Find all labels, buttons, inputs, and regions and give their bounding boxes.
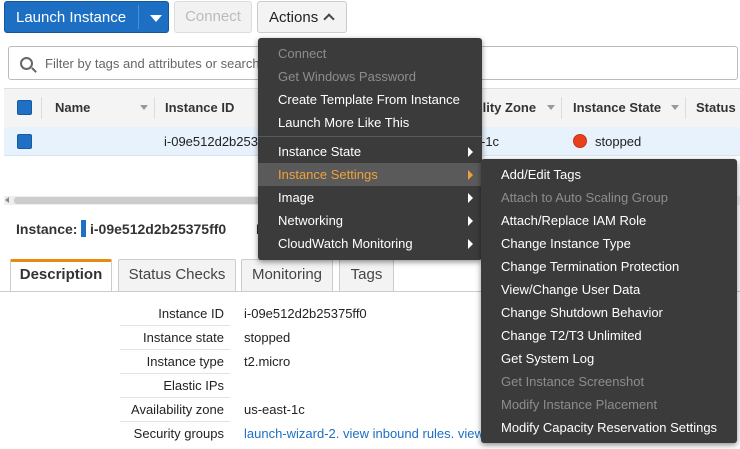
column-header-availability-zone[interactable]: ility Zone	[479, 100, 536, 115]
menu-item-create-template[interactable]: Create Template From Instance	[258, 88, 482, 111]
detail-divider	[120, 373, 230, 374]
menu-item-add-edit-tags[interactable]: Add/Edit Tags	[481, 163, 581, 186]
detail-value: us-east-1c	[244, 402, 305, 417]
cell-instance-state: stopped	[595, 134, 642, 149]
menu-item-change-shutdown-behavior[interactable]: Change Shutdown Behavior	[481, 301, 663, 324]
column-header-instance-state[interactable]: Instance State	[573, 100, 661, 115]
menu-item-get-windows-password: Get Windows Password	[278, 69, 416, 84]
tab-description[interactable]: Description	[10, 259, 112, 292]
menu-item-modify-capacity-reservation[interactable]: Modify Capacity Reservation Settings	[481, 416, 717, 439]
menu-item-view-change-user-data[interactable]: View/Change User Data	[481, 278, 640, 301]
menu-item-attach-auto-scaling: Attach to Auto Scaling Group	[501, 190, 668, 205]
actions-menu: Connect Get Windows Password Create Temp…	[258, 38, 482, 260]
detail-divider	[120, 325, 230, 326]
column-header-status[interactable]: Status	[696, 100, 736, 115]
column-divider	[41, 97, 42, 119]
launch-instance-label: Launch Instance	[16, 9, 127, 26]
chevron-right-icon	[468, 216, 473, 226]
menu-item-instance-state[interactable]: Instance State	[258, 140, 482, 163]
detail-divider	[120, 397, 230, 398]
menu-item-image[interactable]: Image	[258, 186, 482, 209]
column-header-instance-id[interactable]: Instance ID	[165, 100, 234, 115]
menu-item-instance-settings[interactable]: Instance Settings	[258, 163, 482, 186]
connect-button[interactable]: Connect	[174, 1, 252, 33]
detail-value: stopped	[244, 330, 291, 345]
chevron-right-icon	[468, 239, 473, 249]
sort-icon[interactable]	[671, 105, 679, 110]
actions-button[interactable]: Actions	[257, 1, 347, 33]
scroll-left-icon[interactable]	[5, 197, 9, 203]
instance-color-bar	[81, 220, 86, 237]
menu-item-change-t2-t3-unlimited[interactable]: Change T2/T3 Unlimited	[481, 324, 642, 347]
menu-item-launch-more[interactable]: Launch More Like This	[258, 111, 482, 134]
tab-monitoring[interactable]: Monitoring	[241, 259, 333, 291]
column-divider	[154, 97, 155, 119]
menu-item-modify-instance-placement: Modify Instance Placement	[501, 397, 658, 412]
menu-item-label: Instance Settings	[278, 167, 378, 182]
menu-item-change-termination-protection[interactable]: Change Termination Protection	[481, 255, 679, 278]
detail-value: i-09e512d2b25375ff0	[244, 306, 367, 321]
column-divider	[561, 97, 562, 119]
sort-icon[interactable]	[140, 105, 148, 110]
launch-instance-button[interactable]: Launch Instance	[4, 1, 169, 33]
detail-label: Availability zone	[131, 402, 224, 417]
menu-item-label: Instance State	[278, 144, 362, 159]
menu-item-label: Networking	[278, 213, 344, 228]
instance-id-title: i-09e512d2b25375ff0	[90, 221, 227, 237]
row-checkbox[interactable]	[17, 134, 32, 149]
tab-tags[interactable]: Tags	[339, 259, 394, 291]
instance-label: Instance:	[16, 221, 78, 237]
detail-label: Elastic IPs	[163, 378, 224, 393]
menu-item-attach-iam-role[interactable]: Attach/Replace IAM Role	[481, 209, 646, 232]
security-groups-link[interactable]: launch-wizard-2. view inbound rules. vie…	[244, 426, 484, 441]
chevron-down-icon[interactable]	[150, 15, 162, 22]
chevron-right-icon	[468, 193, 473, 203]
sort-icon[interactable]	[547, 105, 555, 110]
menu-item-networking[interactable]: Networking	[258, 209, 482, 232]
detail-divider	[120, 349, 230, 350]
menu-item-cloudwatch[interactable]: CloudWatch Monitoring	[258, 232, 482, 255]
chevron-up-icon	[323, 13, 335, 25]
detail-value: t2.micro	[244, 354, 291, 369]
menu-item-change-instance-type[interactable]: Change Instance Type	[481, 232, 631, 255]
stopped-status-icon	[573, 134, 587, 148]
detail-label: Instance type	[146, 354, 224, 369]
instance-settings-submenu: Add/Edit Tags Attach to Auto Scaling Gro…	[481, 159, 737, 443]
menu-item-connect: Connect	[278, 46, 327, 61]
menu-separator	[258, 136, 482, 137]
actions-label: Actions	[269, 9, 319, 26]
menu-item-label: Image	[278, 190, 315, 205]
column-divider	[685, 97, 686, 119]
cell-availability-zone: -1c	[481, 134, 500, 149]
split-divider	[138, 5, 139, 29]
detail-label: Security groups	[133, 426, 224, 441]
cell-instance-id: i-09e512d2b253	[164, 134, 258, 149]
select-all-checkbox[interactable]	[17, 100, 32, 115]
detail-divider	[120, 421, 230, 422]
detail-label: Instance ID	[158, 306, 224, 321]
menu-item-get-system-log[interactable]: Get System Log	[481, 347, 594, 370]
column-header-name[interactable]: Name	[55, 100, 90, 115]
detail-label: Instance state	[143, 330, 224, 345]
menu-item-label: CloudWatch Monitoring	[278, 236, 413, 251]
chevron-right-icon	[468, 147, 473, 157]
tab-status-checks[interactable]: Status Checks	[118, 259, 236, 291]
menu-item-get-instance-screenshot: Get Instance Screenshot	[501, 374, 645, 389]
search-icon	[20, 57, 33, 70]
chevron-right-icon	[468, 170, 473, 180]
